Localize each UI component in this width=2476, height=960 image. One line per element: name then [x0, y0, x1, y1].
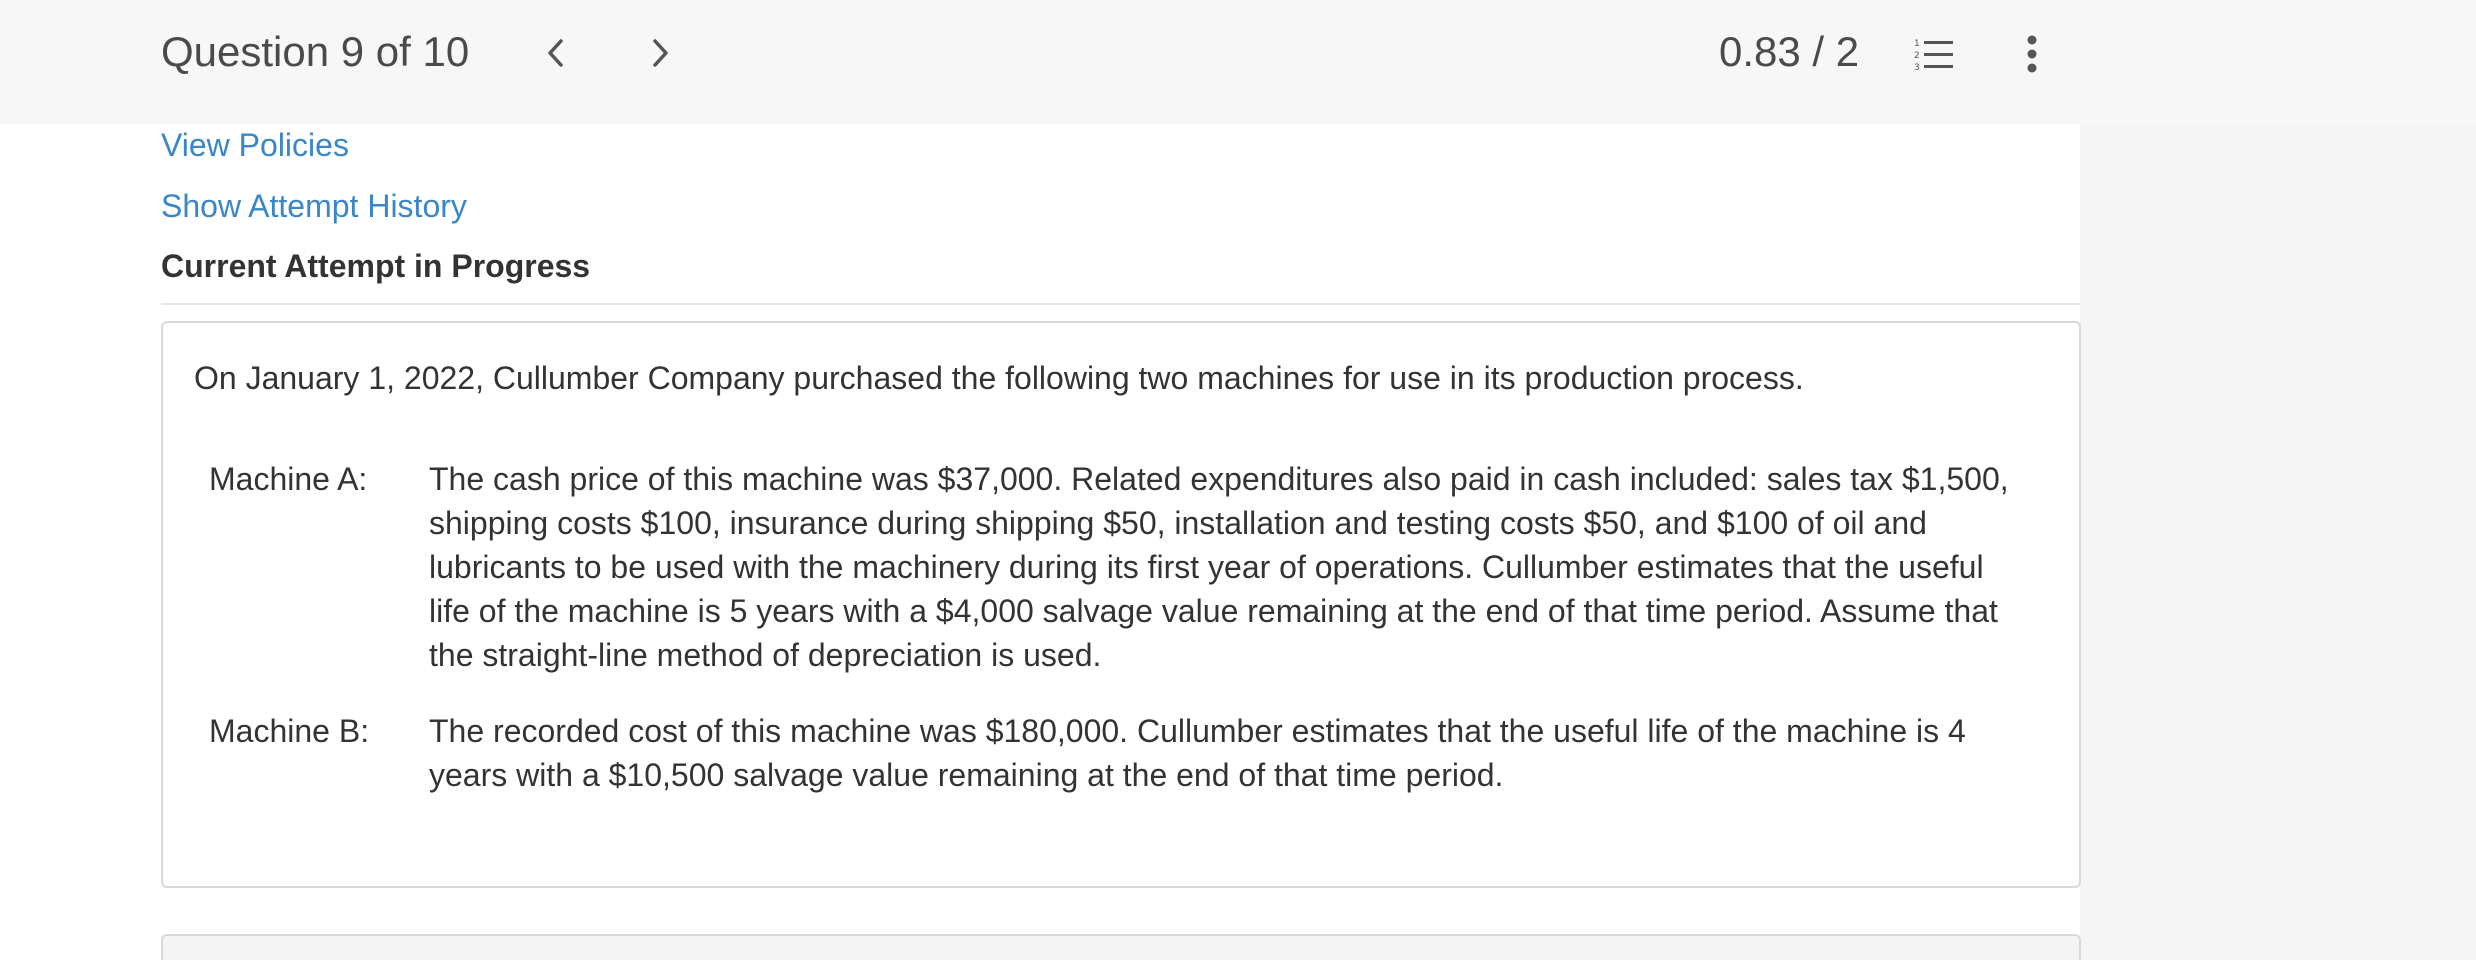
svg-text:3: 3 — [1914, 63, 1920, 71]
question-intro: On January 1, 2022, Cullumber Company pu… — [194, 360, 1804, 396]
chevron-left-icon — [548, 39, 563, 67]
next-question-button[interactable] — [637, 30, 683, 76]
attempt-status: Current Attempt in Progress — [161, 248, 591, 284]
svg-text:1: 1 — [1914, 39, 1920, 49]
view-policies-link[interactable]: View Policies — [161, 124, 349, 166]
answer-section-box — [161, 934, 2081, 960]
show-attempt-history-link[interactable]: Show Attempt History — [161, 185, 467, 227]
more-vertical-icon — [2027, 35, 2037, 73]
numbered-list-icon: 1 2 3 — [1914, 39, 1953, 71]
question-box: On January 1, 2022, Cullumber Company pu… — [161, 321, 2081, 888]
question-list-button[interactable]: 1 2 3 — [1910, 30, 1958, 78]
page: Question 9 of 10 0.83 / 2 1 2 3 View Pol… — [0, 0, 2476, 960]
machine-b-description: The recorded cost of this machine was $1… — [429, 713, 1966, 793]
more-options-button[interactable] — [2012, 28, 2052, 80]
question-counter: Question 9 of 10 — [161, 28, 470, 75]
question-header: Question 9 of 10 0.83 / 2 1 2 3 — [0, 0, 2476, 124]
divider — [161, 303, 2080, 305]
previous-question-button[interactable] — [533, 30, 579, 76]
machine-a-label: Machine A: — [209, 461, 368, 497]
chevron-right-icon — [653, 39, 668, 67]
question-content: View Policies Show Attempt History Curre… — [0, 124, 2081, 960]
svg-text:2: 2 — [1914, 51, 1920, 61]
machine-b-label: Machine B: — [209, 713, 370, 749]
score-display: 0.83 / 2 — [1719, 28, 1860, 75]
machine-a-description: The cash price of this machine was $37,0… — [429, 461, 2009, 673]
